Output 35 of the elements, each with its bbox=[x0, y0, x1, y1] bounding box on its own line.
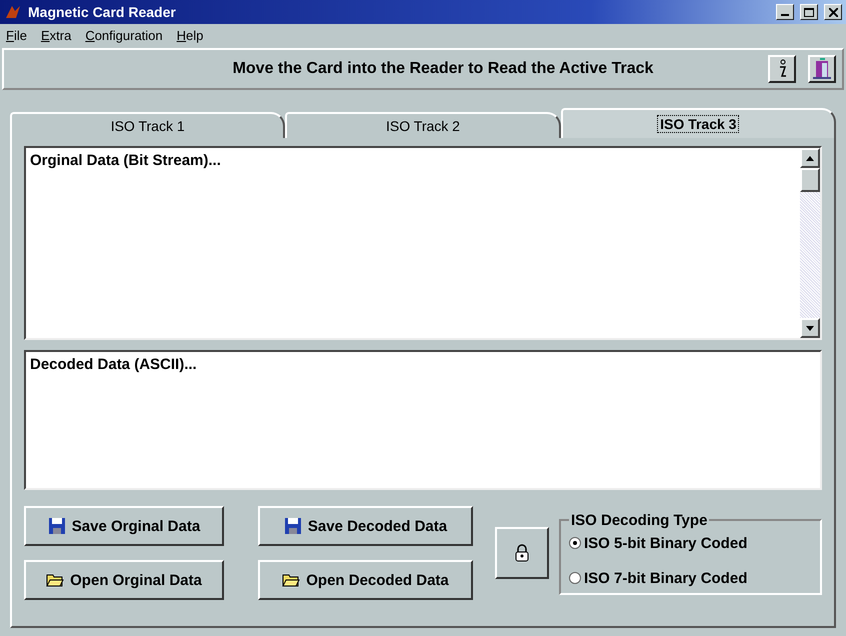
folder-icon bbox=[46, 573, 64, 587]
window-title: Magnetic Card Reader bbox=[28, 4, 177, 20]
folder-icon bbox=[282, 573, 300, 587]
bit-stream-field[interactable]: Orginal Data (Bit Stream)... bbox=[24, 146, 822, 340]
radio-option[interactable]: ISO 7-bit Binary Coded bbox=[569, 570, 812, 586]
menu-item[interactable]: Help bbox=[176, 28, 204, 42]
save-button[interactable]: Save Orginal Data bbox=[24, 506, 224, 546]
open-button[interactable]: Open Orginal Data bbox=[24, 560, 224, 600]
padlock-icon bbox=[514, 544, 530, 562]
track-tab[interactable]: ISO Track 1 bbox=[10, 112, 286, 138]
maximize-icon bbox=[804, 8, 814, 16]
scrollbar[interactable] bbox=[800, 148, 820, 338]
maximize-button[interactable] bbox=[800, 4, 818, 20]
exit-button[interactable] bbox=[808, 55, 836, 83]
info-button[interactable] bbox=[768, 55, 796, 83]
menu-item[interactable]: Extra bbox=[40, 28, 72, 42]
down-arrow-icon bbox=[806, 326, 814, 330]
track-tab[interactable]: ISO Track 2 bbox=[285, 112, 561, 138]
menu-item[interactable]: File bbox=[6, 28, 27, 42]
minimize-button[interactable] bbox=[776, 4, 794, 20]
lock-button[interactable] bbox=[495, 527, 549, 579]
save-button[interactable]: Save Decoded Data bbox=[258, 506, 473, 546]
group-title: ISO Decoding Type bbox=[570, 512, 708, 528]
instruction-text: Move the Card into the Reader to Read the Active Track bbox=[232, 60, 654, 78]
app-logo-icon bbox=[4, 4, 22, 20]
track-tab[interactable]: ISO Track 3 bbox=[560, 108, 836, 138]
menu-item[interactable]: Configuration bbox=[85, 28, 163, 42]
scroll-thumb[interactable] bbox=[800, 168, 820, 192]
open-button[interactable]: Open Decoded Data bbox=[258, 560, 473, 600]
radio-option[interactable]: ISO 5-bit Binary Coded bbox=[569, 534, 812, 552]
ascii-field[interactable]: Decoded Data (ASCII)... bbox=[24, 350, 822, 490]
door-icon bbox=[812, 58, 832, 80]
up-arrow-icon bbox=[806, 156, 814, 160]
close-button[interactable] bbox=[824, 4, 842, 20]
close-icon bbox=[828, 8, 838, 16]
